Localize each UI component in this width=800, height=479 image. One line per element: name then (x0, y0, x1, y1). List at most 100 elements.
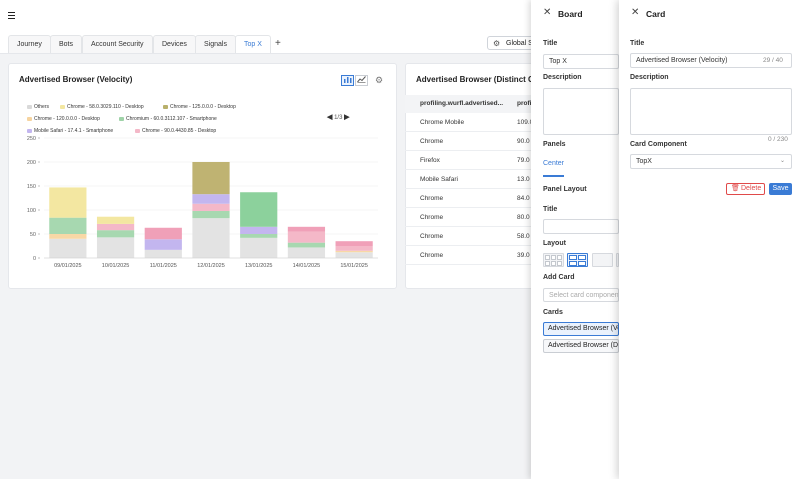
global-settings-label: Global S (506, 40, 533, 47)
legend-swatch (27, 117, 32, 121)
panel-tab-center[interactable]: Center (543, 160, 564, 167)
card-list-item[interactable]: Advertised Browser (Ve (543, 322, 619, 336)
menu-icon[interactable] (8, 12, 15, 19)
legend-item[interactable]: Others (27, 101, 49, 113)
delete-button[interactable]: 🗑 Delete (726, 183, 765, 195)
legend-next-icon[interactable]: ▶ (344, 114, 349, 121)
board-title-label: Title (543, 40, 558, 47)
x-tick-label: 15/01/2025 (340, 263, 368, 269)
cards-label: Cards (543, 309, 563, 316)
browser-name-cell: Chrome (420, 252, 444, 259)
tab-bots[interactable]: Bots (50, 35, 83, 53)
bar-segment (240, 226, 278, 234)
layout-option-grid[interactable] (543, 253, 564, 267)
bar-segment (96, 216, 135, 224)
add-card-select[interactable]: Select card componen (543, 288, 619, 302)
y-tick-label: 150 (27, 184, 36, 190)
tab-devices[interactable]: Devices (153, 35, 196, 53)
add-card-label: Add Card (543, 274, 575, 281)
add-tab-icon[interactable]: + (275, 39, 281, 49)
legend-swatch (119, 117, 124, 121)
legend-prev-icon[interactable]: ◀ (327, 114, 332, 121)
value-cell: 13.0 (517, 176, 530, 183)
bar-segment (96, 230, 135, 238)
close-card-icon[interactable]: ✕ (631, 8, 639, 18)
bar-segment (192, 194, 230, 204)
legend-page-indicator: 1/3 (334, 115, 343, 121)
x-tick-label: 10/01/2025 (102, 263, 130, 269)
bar-segment (192, 162, 230, 195)
bar-segment (96, 223, 135, 231)
bar-segment (49, 234, 87, 239)
browser-name-cell: Chrome (420, 233, 444, 240)
browser-name-cell: Chrome (420, 138, 444, 145)
legend-item[interactable]: Chrome - 58.0.3029.110 - Desktop (60, 101, 144, 113)
bar-chart-toggle-icon[interactable] (341, 75, 354, 86)
bar-segment (96, 237, 135, 258)
panel-title-input[interactable] (543, 219, 619, 234)
close-board-icon[interactable]: ✕ (543, 8, 551, 18)
value-cell: 58.0 (517, 233, 530, 240)
panels-label: Panels (543, 141, 566, 148)
bar-segment (335, 246, 373, 251)
x-tick-label: 14/01/2025 (293, 263, 321, 269)
card-component-value: TopX (636, 158, 652, 165)
gear-icon: ⚙ (493, 39, 501, 48)
bar-segment (287, 226, 326, 232)
table-row: Chrome 80.0 (405, 208, 531, 227)
bar-segment (49, 187, 87, 218)
card-panel-title: Card (646, 9, 666, 19)
x-tick-label: 11/01/2025 (150, 263, 177, 269)
card-list-item[interactable]: Advertised Browser (Di (543, 339, 619, 353)
legend-swatch (60, 105, 65, 109)
board-description-label: Description (543, 74, 582, 81)
bar-segment (192, 203, 230, 211)
legend-item[interactable]: Chromium - 60.0.3112.107 - Smartphone (119, 113, 217, 125)
tab-account-security[interactable]: Account Security (82, 35, 153, 53)
x-tick-label: 12/01/2025 (197, 263, 225, 269)
layout-option-two-column[interactable] (567, 253, 588, 267)
value-cell: 109.0 (517, 119, 531, 126)
y-tick-label: 200 (27, 160, 36, 166)
legend-item[interactable]: Chrome - 125.0.0.0 - Desktop (163, 101, 236, 113)
board-title-input[interactable]: Top X (543, 54, 619, 69)
tab-top-x[interactable]: Top X (235, 35, 271, 53)
table-row: Chrome 58.0 (405, 227, 531, 246)
layout-label: Layout (543, 240, 566, 247)
velocity-bar-chart: 0 50 100 150 200 250 09/01/2025 10/01/2025 11/01… (27, 136, 378, 269)
column-header[interactable]: profiling.wurfl.advertised... (420, 95, 516, 113)
bar-segment (240, 237, 278, 258)
y-tick-label: 0 (33, 256, 36, 262)
table-row: Chrome 39.0 (405, 246, 531, 265)
bar-segment (144, 249, 182, 258)
active-tab-indicator (543, 175, 564, 177)
x-tick-label: 09/01/2025 (54, 263, 82, 269)
browser-name-cell: Mobile Safari (420, 176, 458, 183)
board-description-input[interactable] (543, 88, 619, 135)
column-header[interactable]: profi (517, 95, 531, 113)
card-description-label: Description (630, 74, 669, 81)
layout-option-single[interactable] (592, 253, 613, 267)
value-cell: 80.0 (517, 214, 530, 221)
distinct-card-title: Advertised Browser (Distinct Co (416, 75, 539, 84)
value-cell: 84.0 (517, 195, 530, 202)
card-settings-icon[interactable]: ⚙ (375, 75, 383, 86)
panel-layout-label: Panel Layout (543, 186, 587, 193)
bar-segment (144, 239, 182, 250)
bar-segment (335, 252, 373, 258)
y-tick-label: 50 (30, 232, 36, 238)
y-tick-label: 100 (27, 208, 36, 214)
table-row: Chrome Mobile 109.0 (405, 113, 531, 132)
bar-segment (144, 227, 182, 240)
card-description-input[interactable] (630, 88, 792, 135)
tab-signals[interactable]: Signals (195, 35, 236, 53)
tab-journey[interactable]: Journey (8, 35, 51, 53)
table-row: Firefox 79.0 (405, 151, 531, 170)
line-chart-toggle-icon[interactable] (355, 75, 368, 86)
delete-label: Delete (741, 185, 762, 192)
save-button[interactable]: Save (769, 183, 792, 195)
trash-icon: 🗑 (731, 185, 740, 192)
table-row: Chrome 84.0 (405, 189, 531, 208)
legend-item[interactable]: Chrome - 120.0.0.0 - Desktop (27, 113, 100, 125)
card-component-select[interactable]: TopX ⌄ (630, 154, 792, 169)
